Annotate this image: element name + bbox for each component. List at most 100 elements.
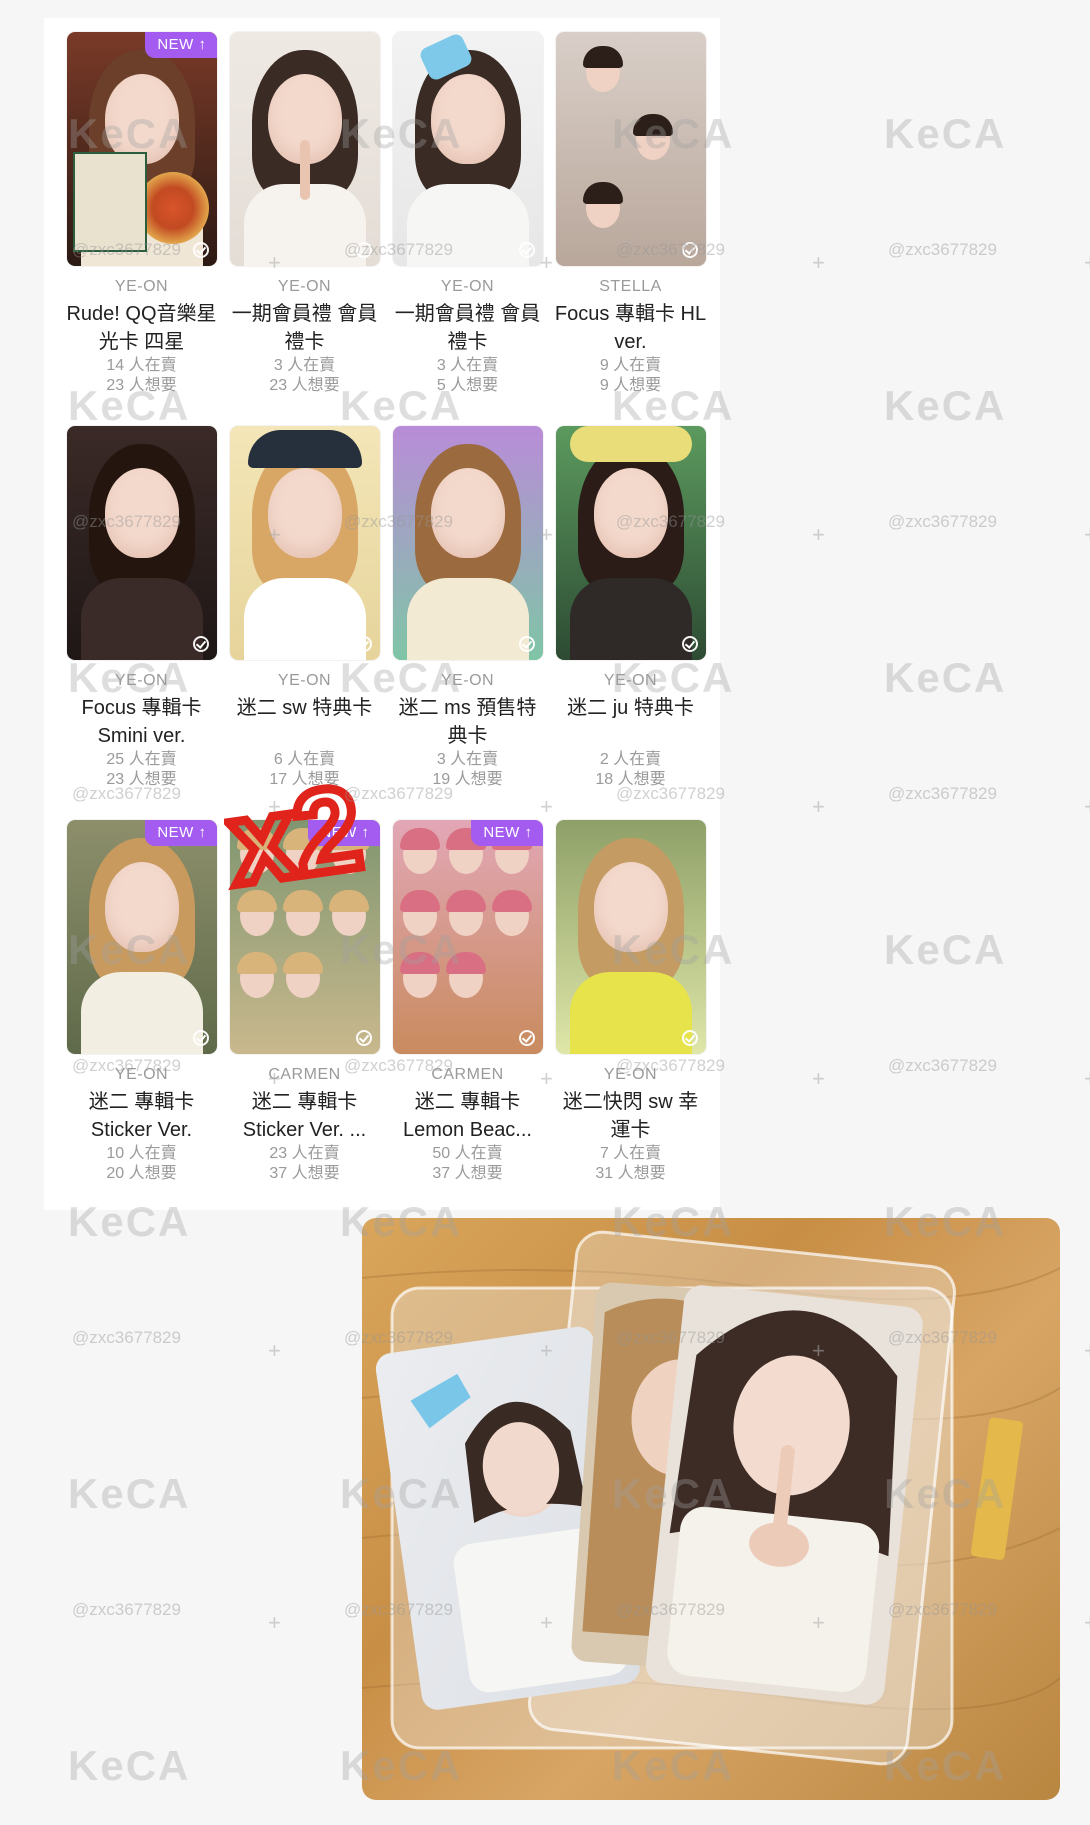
keca-watermark: KeCA bbox=[884, 110, 1007, 157]
card-title[interactable]: 一期會員禮 會員禮卡 bbox=[223, 300, 386, 356]
photocard-image[interactable]: NEW ↑ bbox=[392, 820, 543, 1054]
body-shape bbox=[80, 578, 203, 660]
sparkle-icon: + bbox=[812, 1066, 825, 1091]
card-title[interactable]: 迷二快閃 sw 幸運卡 bbox=[549, 1088, 712, 1144]
card-title[interactable]: 迷二 ms 預售特典卡 bbox=[386, 694, 549, 750]
selling-count: 2 人在賣 bbox=[599, 751, 662, 768]
photocard-item[interactable]: NEW ↑ CARMEN 迷二 專輯卡 Sticker Ver. ... 23 人在賣… bbox=[223, 820, 386, 1214]
member-name: CARMEN bbox=[431, 1066, 504, 1083]
handle-watermark: @zxc3677829 bbox=[888, 1056, 997, 1075]
photocard-image[interactable] bbox=[229, 32, 380, 266]
check-circle-icon[interactable] bbox=[518, 636, 535, 652]
check-circle-icon[interactable] bbox=[518, 242, 535, 258]
check-circle-icon[interactable] bbox=[681, 242, 698, 258]
new-badge: NEW ↑ bbox=[308, 820, 380, 846]
photocard-item[interactable]: YE-ON 迷二 ju 特典卡 2 人在賣 18 人想要 bbox=[549, 426, 712, 820]
sparkle-icon: + bbox=[1084, 1610, 1090, 1636]
photocard-image[interactable] bbox=[555, 426, 706, 660]
face-shape bbox=[593, 862, 668, 952]
photocard-image[interactable]: NEW ↑ bbox=[66, 32, 217, 266]
photocards-photo bbox=[362, 1218, 1060, 1800]
check-circle-icon[interactable] bbox=[518, 1030, 535, 1046]
photocard-item[interactable]: NEW ↑ YE-ON Rude! QQ音樂星光卡 四星 14 人在賣 23 人想要 bbox=[60, 32, 223, 426]
handle-watermark: @zxc3677829 bbox=[72, 1600, 181, 1619]
face-shape bbox=[267, 468, 342, 558]
selling-count: 3 人在賣 bbox=[273, 357, 336, 374]
card-title[interactable]: Focus 專輯卡 HL ver. bbox=[549, 300, 712, 356]
member-name: CARMEN bbox=[268, 1066, 341, 1083]
check-circle-icon[interactable] bbox=[355, 1030, 372, 1046]
check-circle-icon[interactable] bbox=[192, 242, 209, 258]
member-name: YE-ON bbox=[277, 672, 332, 689]
member-name: YE-ON bbox=[603, 1066, 658, 1083]
selling-count: 6 人在賣 bbox=[273, 751, 336, 768]
wanting-count: 23 人想要 bbox=[106, 771, 177, 788]
handle-watermark: @zxc3677829 bbox=[72, 1328, 181, 1347]
sparkle-icon: + bbox=[1084, 1066, 1090, 1092]
sparkle-icon: + bbox=[812, 522, 825, 547]
member-name: YE-ON bbox=[114, 278, 169, 295]
photocard-image[interactable] bbox=[555, 820, 706, 1054]
photocard-image[interactable] bbox=[392, 32, 543, 266]
selling-count: 3 人在賣 bbox=[436, 357, 499, 374]
face-shape bbox=[430, 468, 505, 558]
check-circle-icon[interactable] bbox=[192, 636, 209, 652]
wanting-count: 31 人想要 bbox=[595, 1165, 666, 1182]
face-shape bbox=[593, 468, 668, 558]
handle-watermark: @zxc3677829 bbox=[888, 784, 997, 803]
photocard-item[interactable]: YE-ON 一期會員禮 會員禮卡 3 人在賣 5 人想要 bbox=[386, 32, 549, 426]
wanting-count: 17 人想要 bbox=[269, 771, 340, 788]
photocard-image[interactable] bbox=[392, 426, 543, 660]
body-shape bbox=[406, 578, 529, 660]
card-title[interactable]: Focus 專輯卡 Smini ver. bbox=[60, 694, 223, 750]
card-title[interactable]: 迷二 sw 特典卡 bbox=[223, 694, 386, 750]
keca-watermark: KeCA bbox=[884, 382, 1007, 429]
member-name: YE-ON bbox=[603, 672, 658, 689]
check-circle-icon[interactable] bbox=[355, 242, 372, 258]
face-shape bbox=[430, 74, 505, 164]
photocard-image[interactable] bbox=[66, 426, 217, 660]
selling-count: 50 人在賣 bbox=[432, 1145, 503, 1162]
card-title[interactable]: 一期會員禮 會員禮卡 bbox=[386, 300, 549, 356]
body-shape bbox=[569, 578, 692, 660]
member-name: STELLA bbox=[599, 278, 662, 295]
sparkle-icon: + bbox=[1084, 794, 1090, 820]
sparkle-icon: + bbox=[1084, 1338, 1090, 1364]
card-title[interactable]: 迷二 專輯卡 Sticker Ver. bbox=[60, 1088, 223, 1144]
check-circle-icon[interactable] bbox=[681, 636, 698, 652]
member-name: YE-ON bbox=[440, 278, 495, 295]
pizza-shape bbox=[136, 172, 209, 244]
card-grid-panel: NEW ↑ YE-ON Rude! QQ音樂星光卡 四星 14 人在賣 23 人想要 YE… bbox=[44, 18, 720, 1210]
photocard-item[interactable]: NEW ↑ YE-ON 迷二 專輯卡 Sticker Ver. 10 人在賣 20 人想… bbox=[60, 820, 223, 1214]
card-title[interactable]: 迷二 專輯卡 Lemon Beac... bbox=[386, 1088, 549, 1144]
towel-shape bbox=[569, 426, 692, 462]
photocard-item[interactable]: YE-ON 一期會員禮 會員禮卡 3 人在賣 23 人想要 bbox=[223, 32, 386, 426]
photocard-item[interactable]: STELLA Focus 專輯卡 HL ver. 9 人在賣 9 人想要 bbox=[549, 32, 712, 426]
member-name: YE-ON bbox=[277, 278, 332, 295]
photocard-item[interactable]: YE-ON 迷二 sw 特典卡 6 人在賣 17 人想要 bbox=[223, 426, 386, 820]
check-circle-icon[interactable] bbox=[355, 636, 372, 652]
sparkle-icon: + bbox=[1084, 522, 1090, 548]
photocard-item[interactable]: YE-ON 迷二快閃 sw 幸運卡 7 人在賣 31 人想要 bbox=[549, 820, 712, 1214]
card-title[interactable]: 迷二 專輯卡 Sticker Ver. ... bbox=[223, 1088, 386, 1144]
photocard-image[interactable]: NEW ↑ bbox=[66, 820, 217, 1054]
wanting-count: 37 人想要 bbox=[269, 1165, 340, 1182]
book-shape bbox=[72, 152, 147, 252]
new-badge: NEW ↑ bbox=[145, 820, 217, 846]
check-circle-icon[interactable] bbox=[681, 1030, 698, 1046]
face-shape bbox=[104, 468, 179, 558]
sparkle-icon: + bbox=[812, 250, 825, 275]
photocard-item[interactable]: YE-ON 迷二 ms 預售特典卡 3 人在賣 19 人想要 bbox=[386, 426, 549, 820]
photocard-image[interactable]: NEW ↑ bbox=[229, 820, 380, 1054]
card-title[interactable]: 迷二 ju 特典卡 bbox=[549, 694, 712, 750]
wanting-count: 18 人想要 bbox=[595, 771, 666, 788]
photocard-image[interactable] bbox=[229, 426, 380, 660]
photocard-item[interactable]: YE-ON Focus 專輯卡 Smini ver. 25 人在賣 23 人想要 bbox=[60, 426, 223, 820]
wanting-count: 23 人想要 bbox=[269, 377, 340, 394]
photocard-item[interactable]: NEW ↑ CARMEN 迷二 專輯卡 Lemon Beac... 50 人在賣 37 … bbox=[386, 820, 549, 1214]
selling-count: 25 人在賣 bbox=[106, 751, 177, 768]
card-title[interactable]: Rude! QQ音樂星光卡 四星 bbox=[60, 300, 223, 356]
check-circle-icon[interactable] bbox=[192, 1030, 209, 1046]
sparkle-icon: + bbox=[268, 1338, 281, 1363]
photocard-image[interactable] bbox=[555, 32, 706, 266]
